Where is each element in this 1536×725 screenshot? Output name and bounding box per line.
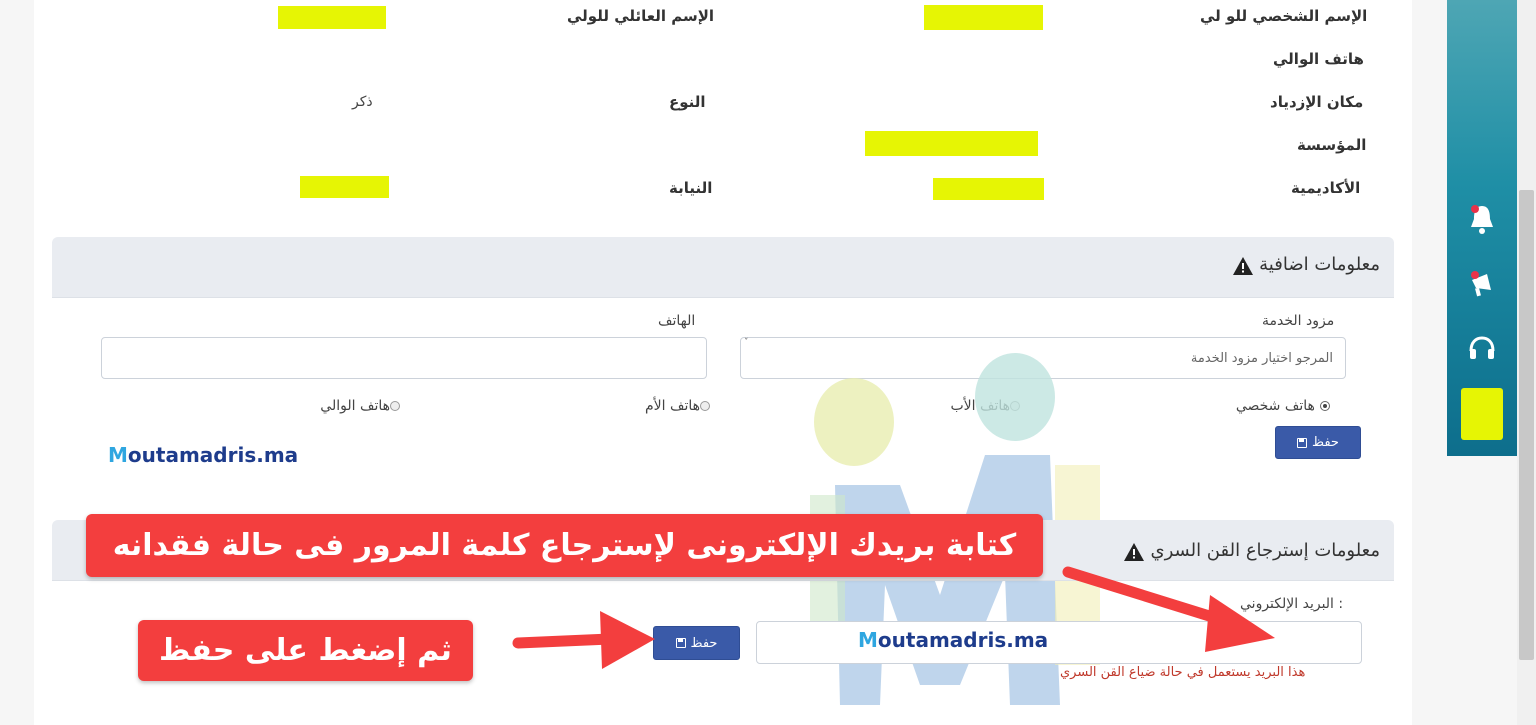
directorate-label: النيابة — [669, 179, 713, 197]
academy-value-redacted — [933, 178, 1044, 200]
phone-label: الهاتف — [658, 313, 696, 329]
arrow-to-email-icon — [1062, 566, 1275, 652]
recovery-title-wrap: معلومات إسترجاع القن السري — [1070, 540, 1380, 562]
radio-personal-phone-control[interactable] — [1320, 400, 1330, 411]
radio-guardian-phone[interactable]: هاتف الوالي — [290, 395, 400, 414]
radio-personal-phone[interactable]: هاتف شخصي — [1200, 395, 1330, 414]
radio-mother-phone-control[interactable] — [700, 400, 710, 411]
callout-bottom: ثم إضغط على حفظ — [138, 620, 473, 681]
extra-info-save-button[interactable]: حفظ — [1275, 426, 1361, 459]
radio-personal-phone-label: هاتف شخصي — [1235, 398, 1315, 414]
recovery-save-label: حفظ — [690, 635, 718, 651]
directorate-value-redacted — [300, 176, 389, 198]
radio-mother-phone[interactable]: هاتف الأم — [610, 395, 710, 414]
phone-input[interactable] — [101, 337, 707, 379]
callout-top: كتابة بريدك الإلكترونى لإسترجاع كلمة الم… — [86, 514, 1043, 577]
gender-label: النوع — [669, 93, 706, 111]
birthplace-label: مكان الإزدياد — [1270, 93, 1364, 111]
scrollbar-thumb[interactable] — [1519, 190, 1534, 660]
email-note: هذا البريد يستعمل في حالة ضياع القن السر… — [1060, 665, 1306, 680]
headset-icon[interactable] — [1467, 334, 1497, 364]
first-name-label: الإسم الشخصي للو لي — [1200, 7, 1368, 25]
megaphone-icon[interactable] — [1467, 268, 1497, 302]
recovery-title: معلومات إسترجاع القن السري — [1150, 540, 1380, 561]
floppy-disk-icon — [1297, 437, 1308, 448]
provider-select-placeholder: المرجو اختيار مزود الخدمة — [1190, 351, 1333, 366]
extra-info-title: معلومات اضافية — [1259, 254, 1380, 275]
gender-value: ذكر — [352, 94, 373, 110]
moutamadris-logo-watermark: Moutamadris.ma — [858, 628, 1048, 652]
bell-icon[interactable] — [1467, 202, 1497, 236]
logo-text-watermark: Moutamadris.ma — [858, 628, 1049, 652]
provider-label: مزود الخدمة — [1262, 313, 1335, 329]
floppy-disk-icon — [675, 638, 686, 648]
logo-text: Moutamadris.ma — [108, 443, 299, 467]
academy-label: الأكاديمية — [1291, 179, 1361, 197]
radio-guardian-phone-label: هاتف الوالي — [320, 398, 390, 414]
chevron-down-icon: ˇ — [744, 338, 749, 348]
guardian-phone-label: هاتف الوالي — [1273, 50, 1364, 68]
institution-value-redacted — [865, 131, 1038, 156]
recovery-save-button[interactable]: حفظ — [653, 626, 740, 660]
first-name-value-redacted — [924, 5, 1043, 30]
sidebar-highlight-box — [1461, 388, 1503, 440]
family-name-value-redacted — [278, 6, 386, 29]
extra-info-title-wrap: معلومات اضافية — [1180, 254, 1380, 276]
institution-label: المؤسسة — [1297, 136, 1367, 154]
warning-icon — [1124, 542, 1145, 561]
arrow-to-save-icon — [512, 611, 655, 669]
radio-guardian-phone-control[interactable] — [390, 400, 400, 411]
warning-icon — [1233, 256, 1254, 275]
extra-info-save-label: حفظ — [1312, 435, 1339, 450]
moutamadris-logo: Moutamadris.ma — [108, 443, 298, 467]
sidebar — [1447, 0, 1517, 456]
radio-mother-phone-label: هاتف الأم — [644, 398, 700, 414]
family-name-label: الإسم العائلي للولي — [567, 7, 715, 25]
